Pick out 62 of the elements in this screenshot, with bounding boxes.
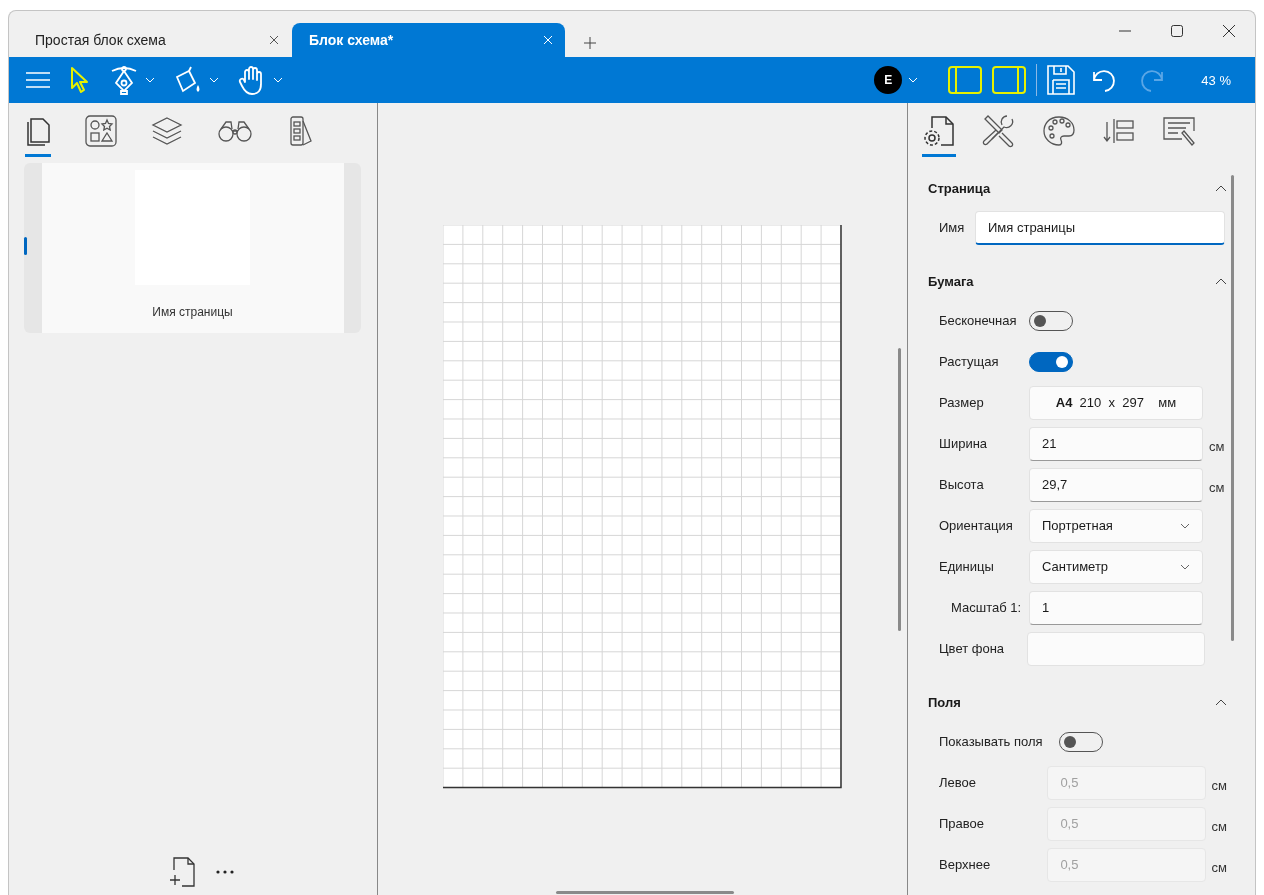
unit-label: см — [1211, 818, 1227, 834]
field-label: Высота — [938, 477, 985, 492]
toggle-label: Показывать поля — [938, 734, 1044, 749]
field-label: Единицы — [938, 559, 995, 574]
input-field[interactable]: 1 — [1029, 590, 1203, 625]
user-avatar[interactable]: E — [874, 66, 903, 94]
unit-label: см — [1209, 438, 1225, 454]
unit-label: см — [1211, 859, 1227, 875]
field-label: Масштаб 1: — [950, 600, 1023, 615]
chevron-down-icon[interactable] — [1180, 563, 1190, 570]
input-field[interactable]: 29,7 — [1029, 467, 1203, 502]
chevron-up-icon[interactable] — [1215, 184, 1227, 192]
binoculars-icon — [217, 118, 253, 143]
toggle-label: Бесконечная — [938, 313, 1018, 328]
unit-label: см — [1211, 777, 1227, 793]
field-label: Ширина — [938, 436, 989, 451]
page-name: Имя страницы — [152, 305, 233, 319]
dropdown[interactable]: Сантиметр — [1029, 549, 1203, 584]
vertical-scrollbar[interactable] — [1231, 175, 1234, 641]
left-panel-icon[interactable] — [948, 66, 983, 94]
field-label: Размер — [938, 395, 985, 410]
color-field[interactable] — [1027, 631, 1205, 666]
field-label: Левое — [938, 775, 977, 790]
page-name-field[interactable]: Имя страницы — [975, 210, 1225, 245]
right-panel-icon[interactable] — [992, 66, 1027, 94]
toggle-switch[interactable] — [1029, 351, 1073, 372]
wrench-screwdriver-icon — [982, 113, 1016, 148]
add-page-icon[interactable] — [168, 856, 198, 888]
chevron-down-icon[interactable] — [1180, 522, 1190, 529]
field-label: Правое — [938, 816, 986, 831]
save-icon[interactable] — [1047, 65, 1076, 95]
zoom-level[interactable]: 43 % — [1201, 72, 1231, 88]
close-icon[interactable] — [269, 35, 279, 45]
paper-size-button[interactable]: A4 210 x 297 мм — [1029, 385, 1203, 420]
pages-icon — [25, 115, 51, 146]
section-title: Поля — [928, 694, 961, 710]
chevron-up-icon[interactable] — [1215, 277, 1227, 285]
document-tab[interactable]: Простая блок схема — [18, 23, 291, 57]
dropdown[interactable]: Портретная — [1029, 508, 1203, 543]
palette-icon — [1042, 114, 1076, 147]
page-gear-icon — [922, 113, 956, 148]
input-field[interactable]: 21 — [1029, 426, 1203, 461]
more-icon[interactable] — [216, 870, 234, 874]
section-title: Страница — [928, 180, 991, 196]
field-label: Цвет фона — [938, 641, 1006, 656]
document-tab[interactable]: Блок схема* — [292, 23, 565, 57]
panel-tab[interactable] — [922, 113, 956, 157]
text-edit-icon — [1162, 114, 1196, 147]
toggle-label: Растущая — [938, 354, 1000, 369]
pen-nib-icon[interactable] — [109, 65, 139, 95]
layers-icon — [151, 115, 183, 146]
vertical-scrollbar[interactable] — [898, 348, 901, 631]
field-label: Имя — [938, 220, 966, 235]
horizontal-scrollbar[interactable] — [556, 891, 734, 894]
section-title: Бумага — [928, 273, 974, 289]
pointer-icon[interactable] — [69, 66, 91, 94]
field-label: Ориентация — [938, 518, 1014, 533]
add-tab-icon[interactable] — [584, 37, 596, 49]
shapes-icon — [85, 114, 117, 147]
field-label: Верхнее — [938, 857, 992, 872]
unit-label: см — [1209, 479, 1225, 495]
chevron-up-icon[interactable] — [1215, 698, 1227, 706]
